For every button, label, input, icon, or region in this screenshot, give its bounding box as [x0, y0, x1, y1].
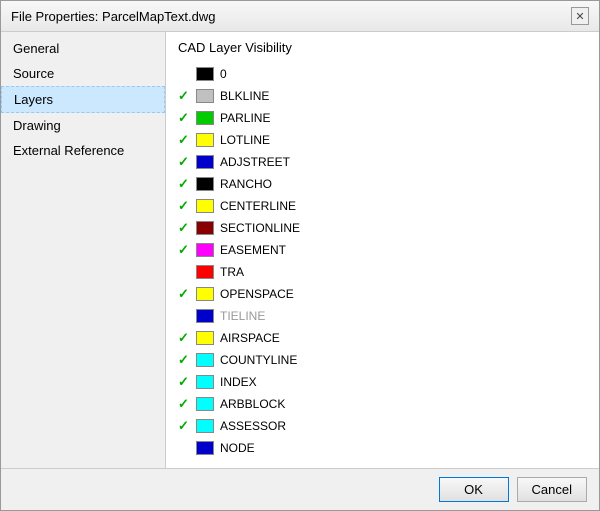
sidebar-item-source[interactable]: Source [1, 61, 165, 86]
layer-item[interactable]: TIELINE [174, 305, 591, 327]
layer-item[interactable]: ✓ AIRSPACE [174, 327, 591, 349]
layer-item[interactable]: TRA [174, 261, 591, 283]
file-properties-dialog: File Properties: ParcelMapText.dwg ✕ Gen… [0, 0, 600, 511]
layer-name: NODE [220, 441, 255, 455]
layer-check-icon: ✓ [178, 176, 196, 192]
layer-check-icon: ✓ [178, 374, 196, 390]
sidebar-item-external-reference[interactable]: External Reference [1, 138, 165, 163]
layer-name: CENTERLINE [220, 199, 296, 213]
dialog-footer: OK Cancel [1, 468, 599, 510]
layer-check-icon: ✓ [178, 88, 196, 104]
ok-button[interactable]: OK [439, 477, 509, 502]
layer-check-icon: ✓ [178, 418, 196, 434]
layer-check-icon: ✓ [178, 396, 196, 412]
layer-name: INDEX [220, 375, 257, 389]
layer-color-swatch [196, 243, 214, 257]
sidebar: GeneralSourceLayersDrawingExternal Refer… [1, 32, 166, 468]
content-area: CAD Layer Visibility 0 ✓ BLKLINE ✓ PARLINE ✓ L… [166, 32, 599, 468]
layer-item[interactable]: ✓ COUNTYLINE [174, 349, 591, 371]
layer-name: LOTLINE [220, 133, 270, 147]
layer-name: TRA [220, 265, 244, 279]
sidebar-item-drawing[interactable]: Drawing [1, 113, 165, 138]
layer-item[interactable]: ✓ BLKLINE [174, 85, 591, 107]
layer-color-swatch [196, 353, 214, 367]
title-bar: File Properties: ParcelMapText.dwg ✕ [1, 1, 599, 32]
dialog-title: File Properties: ParcelMapText.dwg [11, 9, 215, 24]
layers-list[interactable]: 0 ✓ BLKLINE ✓ PARLINE ✓ LOTLINE ✓ ADJSTREET ✓ RANC… [166, 59, 599, 468]
layer-check-icon: ✓ [178, 286, 196, 302]
layer-check-icon: ✓ [178, 198, 196, 214]
layer-item[interactable]: ✓ INDEX [174, 371, 591, 393]
layer-name: ARBBLOCK [220, 397, 285, 411]
layer-name: PARLINE [220, 111, 270, 125]
layer-color-swatch [196, 89, 214, 103]
layer-color-swatch [196, 375, 214, 389]
layer-color-swatch [196, 133, 214, 147]
layer-name: EASEMENT [220, 243, 286, 257]
layer-color-swatch [196, 419, 214, 433]
layer-color-swatch [196, 67, 214, 81]
layer-check-icon: ✓ [178, 132, 196, 148]
layer-color-swatch [196, 199, 214, 213]
layer-color-swatch [196, 155, 214, 169]
cancel-button[interactable]: Cancel [517, 477, 587, 502]
layer-name: RANCHO [220, 177, 272, 191]
layer-name: OPENSPACE [220, 287, 294, 301]
layer-check-icon: ✓ [178, 154, 196, 170]
sidebar-item-layers[interactable]: Layers [1, 86, 165, 113]
layer-color-swatch [196, 265, 214, 279]
close-button[interactable]: ✕ [571, 7, 589, 25]
layer-check-icon: ✓ [178, 110, 196, 126]
layer-item[interactable]: ✓ CENTERLINE [174, 195, 591, 217]
layer-item[interactable]: ✓ LOTLINE [174, 129, 591, 151]
layer-name: BLKLINE [220, 89, 269, 103]
dialog-body: GeneralSourceLayersDrawingExternal Refer… [1, 32, 599, 468]
layer-item[interactable]: ✓ PARLINE [174, 107, 591, 129]
layer-item[interactable]: ✓ RANCHO [174, 173, 591, 195]
layer-name: SECTIONLINE [220, 221, 300, 235]
layer-color-swatch [196, 397, 214, 411]
layer-color-swatch [196, 287, 214, 301]
layer-color-swatch [196, 331, 214, 345]
layer-check-icon: ✓ [178, 352, 196, 368]
layer-item[interactable]: ✓ SECTIONLINE [174, 217, 591, 239]
layer-name: TIELINE [220, 309, 265, 323]
layer-item[interactable]: NODE [174, 437, 591, 459]
layer-check-icon: ✓ [178, 330, 196, 346]
layer-check-icon: ✓ [178, 220, 196, 236]
content-header: CAD Layer Visibility [166, 32, 599, 59]
layer-item[interactable]: ✓ OPENSPACE [174, 283, 591, 305]
layer-name: COUNTYLINE [220, 353, 297, 367]
layer-item[interactable]: ✓ EASEMENT [174, 239, 591, 261]
layer-color-swatch [196, 177, 214, 191]
layer-name: 0 [220, 67, 227, 81]
layer-color-swatch [196, 309, 214, 323]
sidebar-item-general[interactable]: General [1, 36, 165, 61]
layer-name: AIRSPACE [220, 331, 280, 345]
layer-name: ADJSTREET [220, 155, 290, 169]
layer-item[interactable]: ✓ ADJSTREET [174, 151, 591, 173]
layer-item[interactable]: 0 [174, 63, 591, 85]
layer-name: ASSESSOR [220, 419, 286, 433]
layer-item[interactable]: ✓ ARBBLOCK [174, 393, 591, 415]
layer-color-swatch [196, 221, 214, 235]
layer-color-swatch [196, 441, 214, 455]
layer-check-icon: ✓ [178, 242, 196, 258]
layer-color-swatch [196, 111, 214, 125]
layer-item[interactable]: ✓ ASSESSOR [174, 415, 591, 437]
